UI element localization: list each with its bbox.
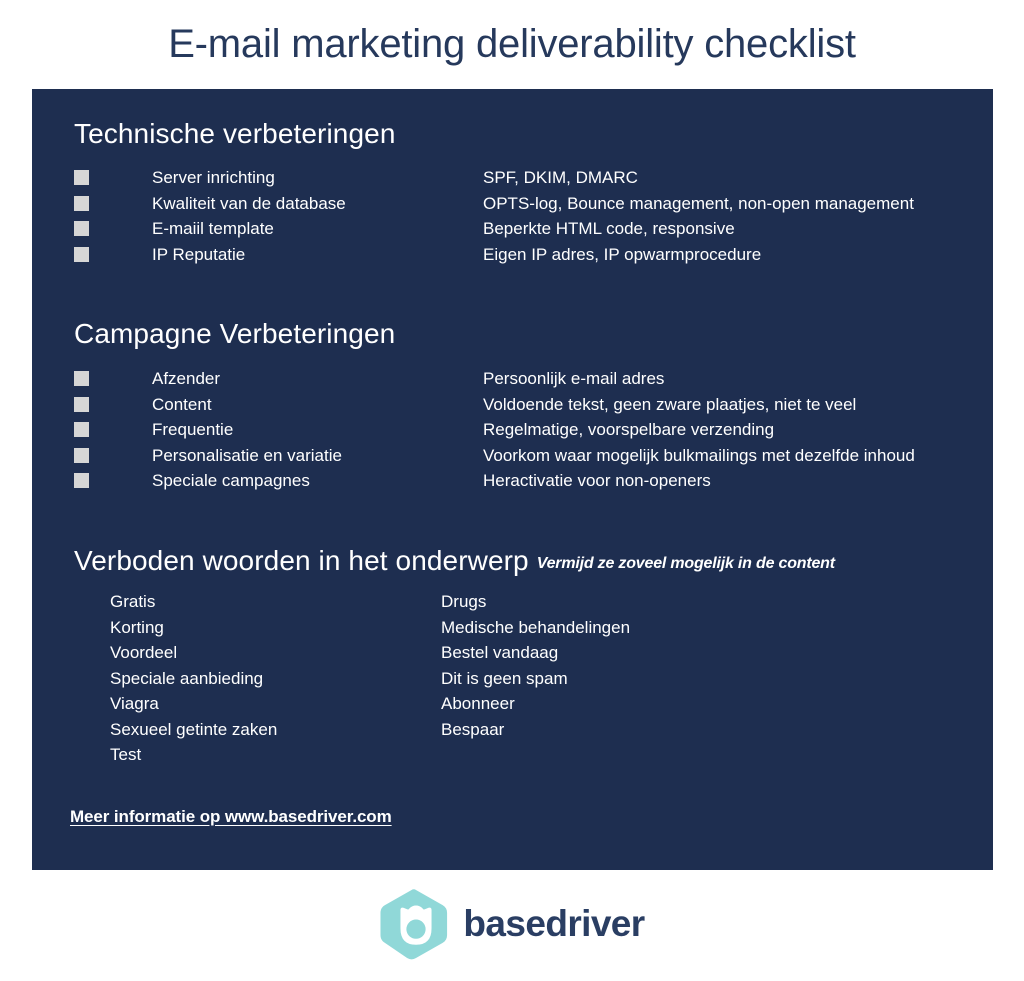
page-title: E-mail marketing deliverability checklis…: [168, 22, 856, 66]
section-heading-forbidden-words: Verboden woorden in het onderwerp Vermijd…: [74, 544, 835, 583]
checklist-item-label: Afzender: [152, 369, 221, 388]
list-item: Bespaar: [441, 719, 505, 739]
checklist-item-label: Speciale campagnes: [152, 471, 310, 490]
list-item: Abonneer: [441, 694, 515, 713]
checklist-item-label: Personalisatie en variatie: [152, 445, 342, 465]
checklist-row[interactable]: Afzender Persoonlijk e-mail adres: [74, 366, 974, 392]
checklist-row[interactable]: IP Reputatie Eigen IP adres, IP opwarmpr…: [74, 242, 974, 268]
checklist-page: E-mail marketing deliverability checklis…: [0, 0, 1024, 981]
checklist-item-detail: Heractivatie voor non-openers: [483, 471, 711, 490]
section-heading-technical: Technische verbeteringen: [74, 118, 396, 149]
list-item: Viagra: [110, 694, 159, 713]
checklist-row[interactable]: Content Voldoende tekst, geen zware plaa…: [74, 392, 974, 418]
checklist-row[interactable]: Frequentie Regelmatige, voorspelbare ver…: [74, 417, 974, 443]
forbidden-words-columns: Gratis Korting Voordeel Speciale aanbied…: [32, 589, 993, 769]
checklist-item-detail: Eigen IP adres, IP opwarmprocedure: [483, 244, 762, 264]
list-item: Dit is geen spam: [441, 668, 568, 688]
checklist-item-label: Frequentie: [152, 420, 234, 439]
checklist-item-label: Content: [152, 394, 212, 414]
checklist-row[interactable]: Server inrichting SPF, DKIM, DMARC: [74, 165, 974, 191]
forbidden-words-subtitle: Vermijd ze zoveel mogelijk in de content: [536, 555, 835, 572]
checkbox-icon[interactable]: [74, 396, 89, 412]
checkbox-icon[interactable]: [74, 422, 89, 437]
checklist-item-detail: Voorkom waar mogelijk bulkmailings met d…: [483, 445, 915, 465]
list-item: Drugs: [441, 592, 487, 611]
checklist-item-label: IP Reputatie: [152, 244, 246, 264]
checklist-item-detail: SPF, DKIM, DMARC: [483, 168, 638, 187]
checklist-row[interactable]: Kwaliteit van de database OPTS-log, Boun…: [74, 191, 974, 217]
list-item: Voordeel: [110, 643, 178, 662]
list-item: Gratis: [110, 592, 156, 611]
content-panel: Technische verbeteringen Server inrichti…: [32, 89, 993, 870]
checkbox-icon[interactable]: [74, 447, 89, 463]
checklist-technical: Server inrichting SPF, DKIM, DMARC Kwali…: [74, 165, 974, 267]
brand-logo: basedriver: [0, 884, 1024, 964]
checklist-item-detail: OPTS-log, Bounce management, non-open ma…: [483, 193, 914, 213]
list-item: Sexueel getinte zaken: [110, 719, 278, 739]
checklist-item-detail: Persoonlijk e-mail adres: [483, 369, 665, 388]
basedriver-hexagon-logo-icon: [380, 889, 448, 960]
list-item: Korting: [110, 617, 164, 637]
checkbox-icon[interactable]: [74, 246, 89, 262]
more-info-link[interactable]: Meer informatie op www.basedriver.com: [70, 807, 392, 827]
checklist-item-detail: Voldoende tekst, geen zware plaatjes, ni…: [483, 394, 857, 414]
section-heading-campaign: Campagne Verbeteringen: [74, 318, 396, 349]
list-item: Bestel vandaag: [441, 643, 559, 662]
list-item: Test: [110, 745, 142, 764]
checkbox-icon[interactable]: [74, 371, 89, 386]
checkbox-icon[interactable]: [74, 170, 89, 185]
list-item: Speciale aanbieding: [110, 668, 264, 688]
forbidden-words-title: Verboden woorden in het onderwerp: [74, 545, 529, 576]
forbidden-words-column-right: Drugs Medische behandelingen Bestel vand…: [441, 589, 630, 742]
checkbox-icon[interactable]: [74, 195, 89, 211]
checklist-item-detail: Regelmatige, voorspelbare verzending: [483, 420, 775, 439]
forbidden-words-column-left: Gratis Korting Voordeel Speciale aanbied…: [110, 589, 277, 768]
checklist-row[interactable]: Personalisatie en variatie Voorkom waar …: [74, 443, 974, 469]
list-item: Medische behandelingen: [441, 617, 631, 637]
checkbox-icon[interactable]: [74, 473, 89, 488]
checkbox-icon[interactable]: [74, 221, 89, 236]
checklist-item-detail: Beperkte HTML code, responsive: [483, 219, 735, 238]
logo-wordmark: basedriver: [463, 903, 645, 944]
checklist-row[interactable]: Speciale campagnes Heractivatie voor non…: [74, 468, 974, 494]
checklist-item-label: Kwaliteit van de database: [152, 193, 346, 213]
checklist-item-label: Server inrichting: [152, 168, 275, 187]
checklist-item-label: E-maiil template: [152, 219, 274, 238]
checklist-row[interactable]: E-maiil template Beperkte HTML code, res…: [74, 216, 974, 242]
checklist-campaign: Afzender Persoonlijk e-mail adres Conten…: [74, 366, 974, 494]
